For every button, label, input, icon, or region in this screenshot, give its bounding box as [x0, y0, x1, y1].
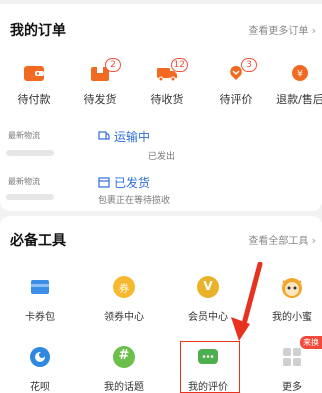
order-pending-payment[interactable]: 待付款	[2, 64, 66, 107]
logistics-status: 运输中	[98, 128, 150, 145]
tool-label: 花呗	[30, 382, 50, 393]
card-wallet-icon	[27, 274, 53, 300]
order-pending-shipment-label: 待发货	[83, 93, 117, 106]
truck-outline-icon	[98, 130, 110, 145]
order-pending-receipt[interactable]: 12 待收货	[135, 58, 199, 107]
highlight-box	[180, 341, 240, 393]
order-pending-review-label: 待评价	[219, 93, 253, 106]
chevron-right-icon: ›	[311, 24, 316, 37]
coupon-icon: 券	[111, 274, 137, 300]
refund-icon: ¥	[289, 64, 311, 82]
blurred-thumbnail	[6, 150, 54, 156]
topic-icon-char: #	[118, 348, 130, 363]
truck-icon: 12	[156, 58, 188, 82]
logistics-status: 已发货	[98, 174, 150, 191]
order-refund-label: 退款/售后	[276, 93, 322, 106]
tool-label: 卡券包	[25, 312, 55, 323]
view-more-orders-link[interactable]: 查看更多订单 ›	[248, 22, 316, 37]
wallet-icon	[23, 64, 45, 82]
order-pending-shipment[interactable]: 2 待发货	[68, 58, 132, 107]
chevron-right-icon: ›	[311, 234, 316, 247]
package-calendar-icon	[98, 176, 110, 191]
order-pending-review[interactable]: 3 待评价	[204, 58, 268, 107]
order-refund[interactable]: ¥ 退款/售后	[268, 64, 322, 107]
svg-text:¥: ¥	[297, 70, 303, 80]
order-pending-review-badge: 3	[241, 58, 257, 72]
logistics-label: 最新物流	[8, 131, 40, 140]
tool-my-topics[interactable]: # 我的话题	[84, 344, 164, 393]
tool-huabei[interactable]: 花呗	[0, 344, 80, 393]
view-all-tools-link[interactable]: 查看全部工具 ›	[248, 232, 316, 247]
order-pending-receipt-badge: 12	[170, 58, 188, 72]
review-flower-icon: 3	[225, 58, 257, 82]
view-all-tools-label: 查看全部工具	[248, 236, 309, 247]
tools-title: 必备工具	[10, 233, 66, 249]
tool-label: 我的话题	[104, 382, 144, 393]
order-pending-receipt-label: 待收货	[150, 93, 184, 106]
huabei-icon	[27, 344, 53, 370]
order-pending-shipment-badge: 2	[105, 58, 121, 72]
logistics-status-text: 已发货	[114, 176, 151, 190]
orders-title: 我的订单	[10, 23, 66, 39]
logistics-detail: 包裹正在等待揽收	[98, 196, 171, 206]
member-icon-char: V	[203, 279, 213, 293]
tool-more[interactable]: 更多	[252, 344, 322, 393]
grid-more-icon	[279, 344, 305, 370]
tool-card-wallet[interactable]: 卡券包	[0, 274, 80, 323]
red-arrow-icon	[231, 262, 263, 341]
logistics-status-text: 运输中	[114, 130, 151, 144]
view-more-orders-label: 查看更多订单	[248, 26, 309, 37]
tool-label: 领券中心	[104, 312, 144, 323]
orders-card: 我的订单 查看更多订单 › 待付款 2 待发货 12 待收货 3 待评价 ¥ 退…	[0, 4, 322, 211]
order-pending-payment-label: 待付款	[17, 93, 51, 106]
topic-hash-icon: #	[111, 344, 137, 370]
blurred-thumbnail	[6, 194, 54, 200]
logistics-detail: 已发出	[148, 152, 176, 162]
new-badge: 来换	[300, 336, 322, 349]
member-v-icon: V	[195, 274, 221, 300]
box-icon: 2	[89, 58, 121, 82]
coupon-icon-char: 券	[119, 284, 129, 295]
tool-label: 更多	[282, 382, 302, 393]
tool-coupon-center[interactable]: 券 领券中心	[84, 274, 164, 323]
logistics-label: 最新物流	[8, 177, 40, 186]
